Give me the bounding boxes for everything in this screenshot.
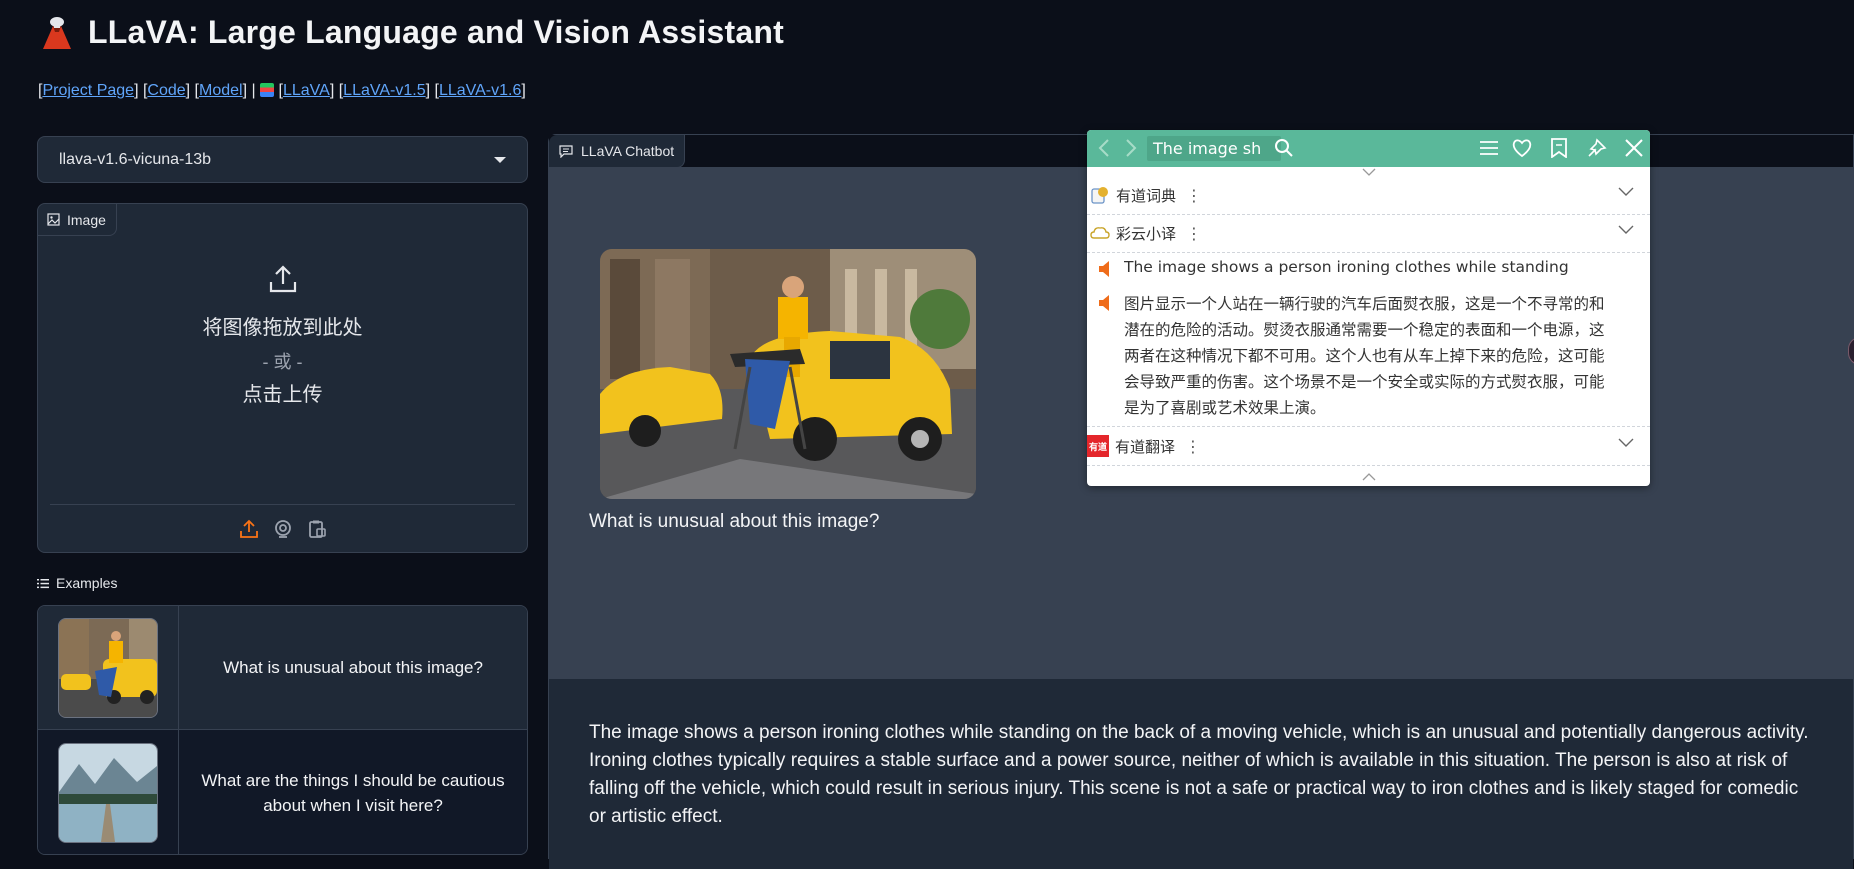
list-icon	[37, 578, 49, 588]
app-header: LLaVA: Large Language and Vision Assista…	[40, 14, 784, 51]
collapse-up-icon[interactable]	[1362, 168, 1376, 176]
close-icon[interactable]	[1624, 138, 1644, 158]
speaker-icon[interactable]	[1099, 261, 1111, 277]
more-icon[interactable]: ⋮	[1185, 437, 1201, 456]
examples-header: Examples	[37, 575, 117, 591]
section-youdao-translate[interactable]: 有道 有道翻译 ⋮	[1087, 426, 1650, 466]
volcano-logo-icon	[43, 16, 71, 49]
user-uploaded-image	[600, 249, 976, 499]
page-title: LLaVA: Large Language and Vision Assista…	[88, 14, 784, 50]
chevron-down-icon[interactable]	[1618, 187, 1634, 197]
link-llava-v16[interactable]: LLaVA-v1.6	[439, 82, 521, 99]
link-model[interactable]: Model	[199, 82, 243, 99]
user-question-text: What is unusual about this image?	[589, 511, 880, 532]
menu-icon[interactable]	[1479, 138, 1499, 158]
bot-message: The image shows a person ironing clothes…	[549, 679, 1853, 869]
image-upload-panel[interactable]: Image 将图像拖放到此处 - 或 - 点击上传	[37, 203, 528, 553]
translation-english: The image shows a person ironing clothes…	[1124, 258, 1574, 276]
chevron-down-icon[interactable]	[1618, 438, 1634, 448]
translation-chinese: 图片显示一个人站在一辆行驶的汽车后面熨衣服，这是一个不寻常的和潜在的危险的活动。…	[1124, 295, 1605, 417]
clipboard-icon[interactable]	[307, 519, 327, 539]
chat-icon	[559, 144, 573, 158]
chatbot-label-text: LLaVA Chatbot	[581, 143, 675, 159]
upload-source-icon[interactable]	[239, 519, 259, 539]
example-thumbnail-lake[interactable]	[58, 743, 158, 843]
drop-title: 将图像拖放到此处	[202, 317, 363, 339]
drop-click-upload: 点击上传	[242, 384, 323, 406]
youdao-dict-icon	[1091, 187, 1108, 204]
link-llava[interactable]: LLaVA	[283, 82, 330, 99]
bot-answer-text: The image shows a person ironing clothes…	[589, 722, 1809, 827]
image-label-text: Image	[67, 211, 106, 228]
examples-label-text: Examples	[56, 575, 118, 591]
popup-toolbar: The image sh	[1087, 130, 1650, 167]
chatbot-label: LLaVA Chatbot	[549, 135, 686, 168]
pin-icon[interactable]	[1587, 138, 1607, 158]
drop-zone[interactable]: 将图像拖放到此处 - 或 - 点击上传	[38, 264, 527, 407]
example-text: What are the things I should be cautious…	[201, 771, 505, 815]
popup-search-input[interactable]: The image sh	[1147, 136, 1281, 161]
header-links: [Project Page] [Code] [Model] | [LLaVA] …	[38, 82, 526, 99]
wordbook-icon[interactable]	[1549, 138, 1569, 158]
favorite-heart-icon[interactable]	[1512, 138, 1532, 158]
more-icon[interactable]: ⋮	[1186, 224, 1202, 243]
drop-or: - 或 -	[262, 352, 303, 372]
example-row[interactable]: What is unusual about this image?	[38, 606, 527, 730]
translation-popup: The image sh 有道词典 ⋮ 彩云小译 ⋮ The image sho…	[1087, 130, 1650, 486]
model-dropdown-value: llava-v1.6-vicuna-13b	[59, 150, 212, 168]
upload-icon	[269, 265, 296, 293]
link-llava-v15[interactable]: LLaVA-v1.5	[343, 82, 425, 99]
example-thumb-cell	[38, 606, 179, 729]
section-name: 有道翻译	[1115, 437, 1176, 456]
section-name: 有道词典	[1116, 186, 1177, 205]
example-thumb-cell	[38, 730, 179, 854]
search-icon[interactable]	[1274, 138, 1294, 158]
back-arrow-icon[interactable]	[1097, 138, 1111, 158]
chevron-down-icon[interactable]	[1618, 225, 1634, 235]
section-caiyun[interactable]: 彩云小译 ⋮	[1087, 214, 1650, 253]
example-row[interactable]: What are the things I should be cautious…	[38, 730, 527, 854]
link-project-page[interactable]: Project Page	[42, 82, 134, 99]
youdao-translate-icon: 有道	[1087, 435, 1109, 457]
image-source-toolbar	[50, 504, 515, 553]
image-panel-label: Image	[38, 204, 117, 236]
model-dropdown[interactable]: llava-v1.6-vicuna-13b	[37, 136, 528, 183]
link-code[interactable]: Code	[147, 82, 185, 99]
example-thumbnail-ironing[interactable]	[58, 617, 158, 718]
speaker-icon[interactable]	[1099, 295, 1111, 311]
image-icon	[47, 213, 60, 226]
section-youdao-dict[interactable]: 有道词典 ⋮	[1087, 176, 1650, 215]
caiyun-cloud-icon	[1090, 227, 1110, 239]
examples-table: What is unusual about this image? What a…	[37, 605, 528, 855]
collapse-bottom-icon[interactable]	[1362, 473, 1376, 481]
forward-arrow-icon[interactable]	[1124, 138, 1138, 158]
webcam-icon[interactable]	[273, 519, 293, 539]
books-icon	[260, 83, 275, 97]
section-name: 彩云小译	[1116, 224, 1177, 243]
example-text: What is unusual about this image?	[223, 658, 483, 677]
more-icon[interactable]: ⋮	[1186, 186, 1202, 205]
caret-down-icon	[494, 156, 506, 163]
